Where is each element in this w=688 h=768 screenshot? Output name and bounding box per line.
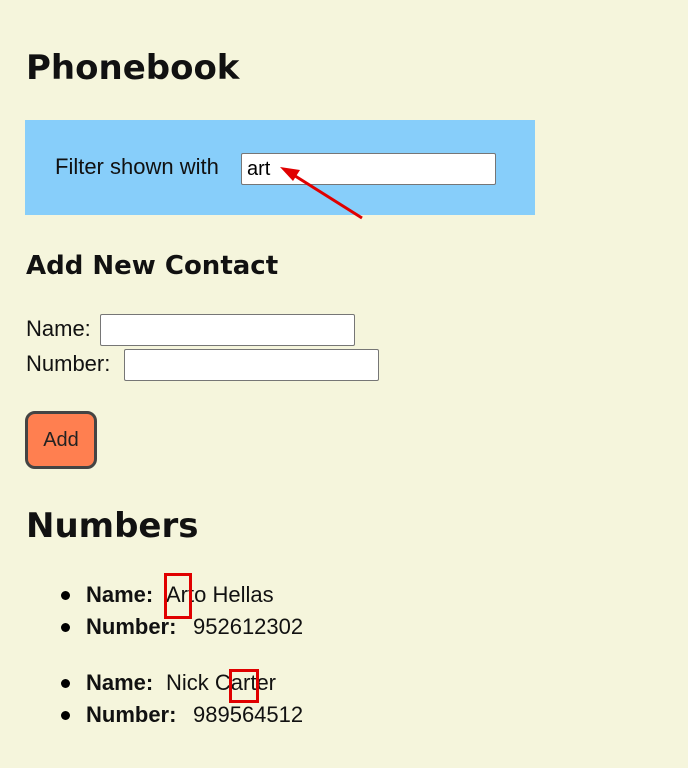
contact-number: 989564512 [193, 702, 304, 727]
name-input[interactable] [100, 314, 355, 346]
arrow-icon [280, 167, 363, 220]
add-button[interactable]: Add [25, 411, 97, 469]
filter-input[interactable] [241, 153, 496, 185]
bullet-icon [61, 711, 70, 720]
bullet-icon [61, 591, 70, 600]
name-label: Name: [26, 316, 91, 341]
page-title: Phonebook [26, 48, 240, 88]
name-field-label: Name: [86, 582, 154, 607]
filter-section: Filter shown with [25, 120, 535, 215]
number-field-label: Number: [86, 702, 177, 727]
numbers-heading: Numbers [26, 506, 199, 546]
bullet-icon [61, 679, 70, 688]
bullet-icon [61, 623, 70, 632]
phonebook-page: Phonebook Filter shown with Add New Cont… [0, 0, 688, 768]
name-field-label: Name: [86, 670, 154, 695]
contact-name: Arto Hellas [166, 582, 274, 607]
contact-name: Nick Carter [166, 670, 277, 695]
contact-number: 952612302 [193, 614, 304, 639]
number-label: Number: [26, 351, 111, 376]
number-field-label: Number: [86, 614, 177, 639]
add-contact-heading: Add New Contact [26, 251, 279, 281]
number-input[interactable] [124, 349, 379, 381]
filter-label: Filter shown with [55, 154, 219, 179]
